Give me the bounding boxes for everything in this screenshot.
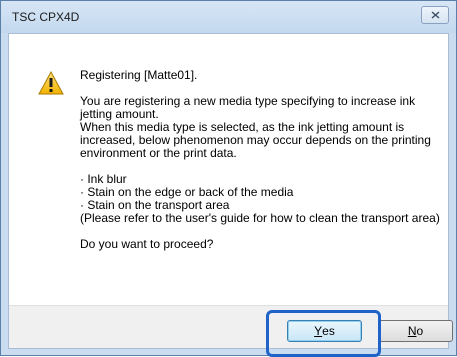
close-icon: [431, 11, 440, 19]
yes-button[interactable]: Yes: [287, 320, 362, 342]
dialog-content: Registering [Matte01]. You are registeri…: [8, 33, 453, 349]
yes-mnemonic: Y: [314, 324, 323, 338]
dialog-window: TSC CPX4D Registering [Matte01]. You are…: [0, 0, 457, 357]
window-title: TSC CPX4D: [12, 10, 80, 24]
message-note: (Please refer to the user's guide for ho…: [80, 211, 440, 225]
warning-icon: [38, 70, 64, 100]
button-bar: Yes No: [9, 305, 453, 348]
message-text: Registering [Matte01]. You are registeri…: [80, 69, 445, 251]
message-title: Registering [Matte01].: [80, 68, 198, 82]
message-line: environment or the print data.: [80, 146, 237, 160]
no-mnemonic: N: [407, 324, 417, 338]
no-button[interactable]: No: [378, 320, 453, 342]
title-bar[interactable]: TSC CPX4D: [1, 1, 456, 33]
message-question: Do you want to proceed?: [80, 237, 214, 251]
yes-label: es: [322, 324, 335, 338]
close-button[interactable]: [421, 6, 449, 24]
no-label: o: [416, 324, 424, 338]
